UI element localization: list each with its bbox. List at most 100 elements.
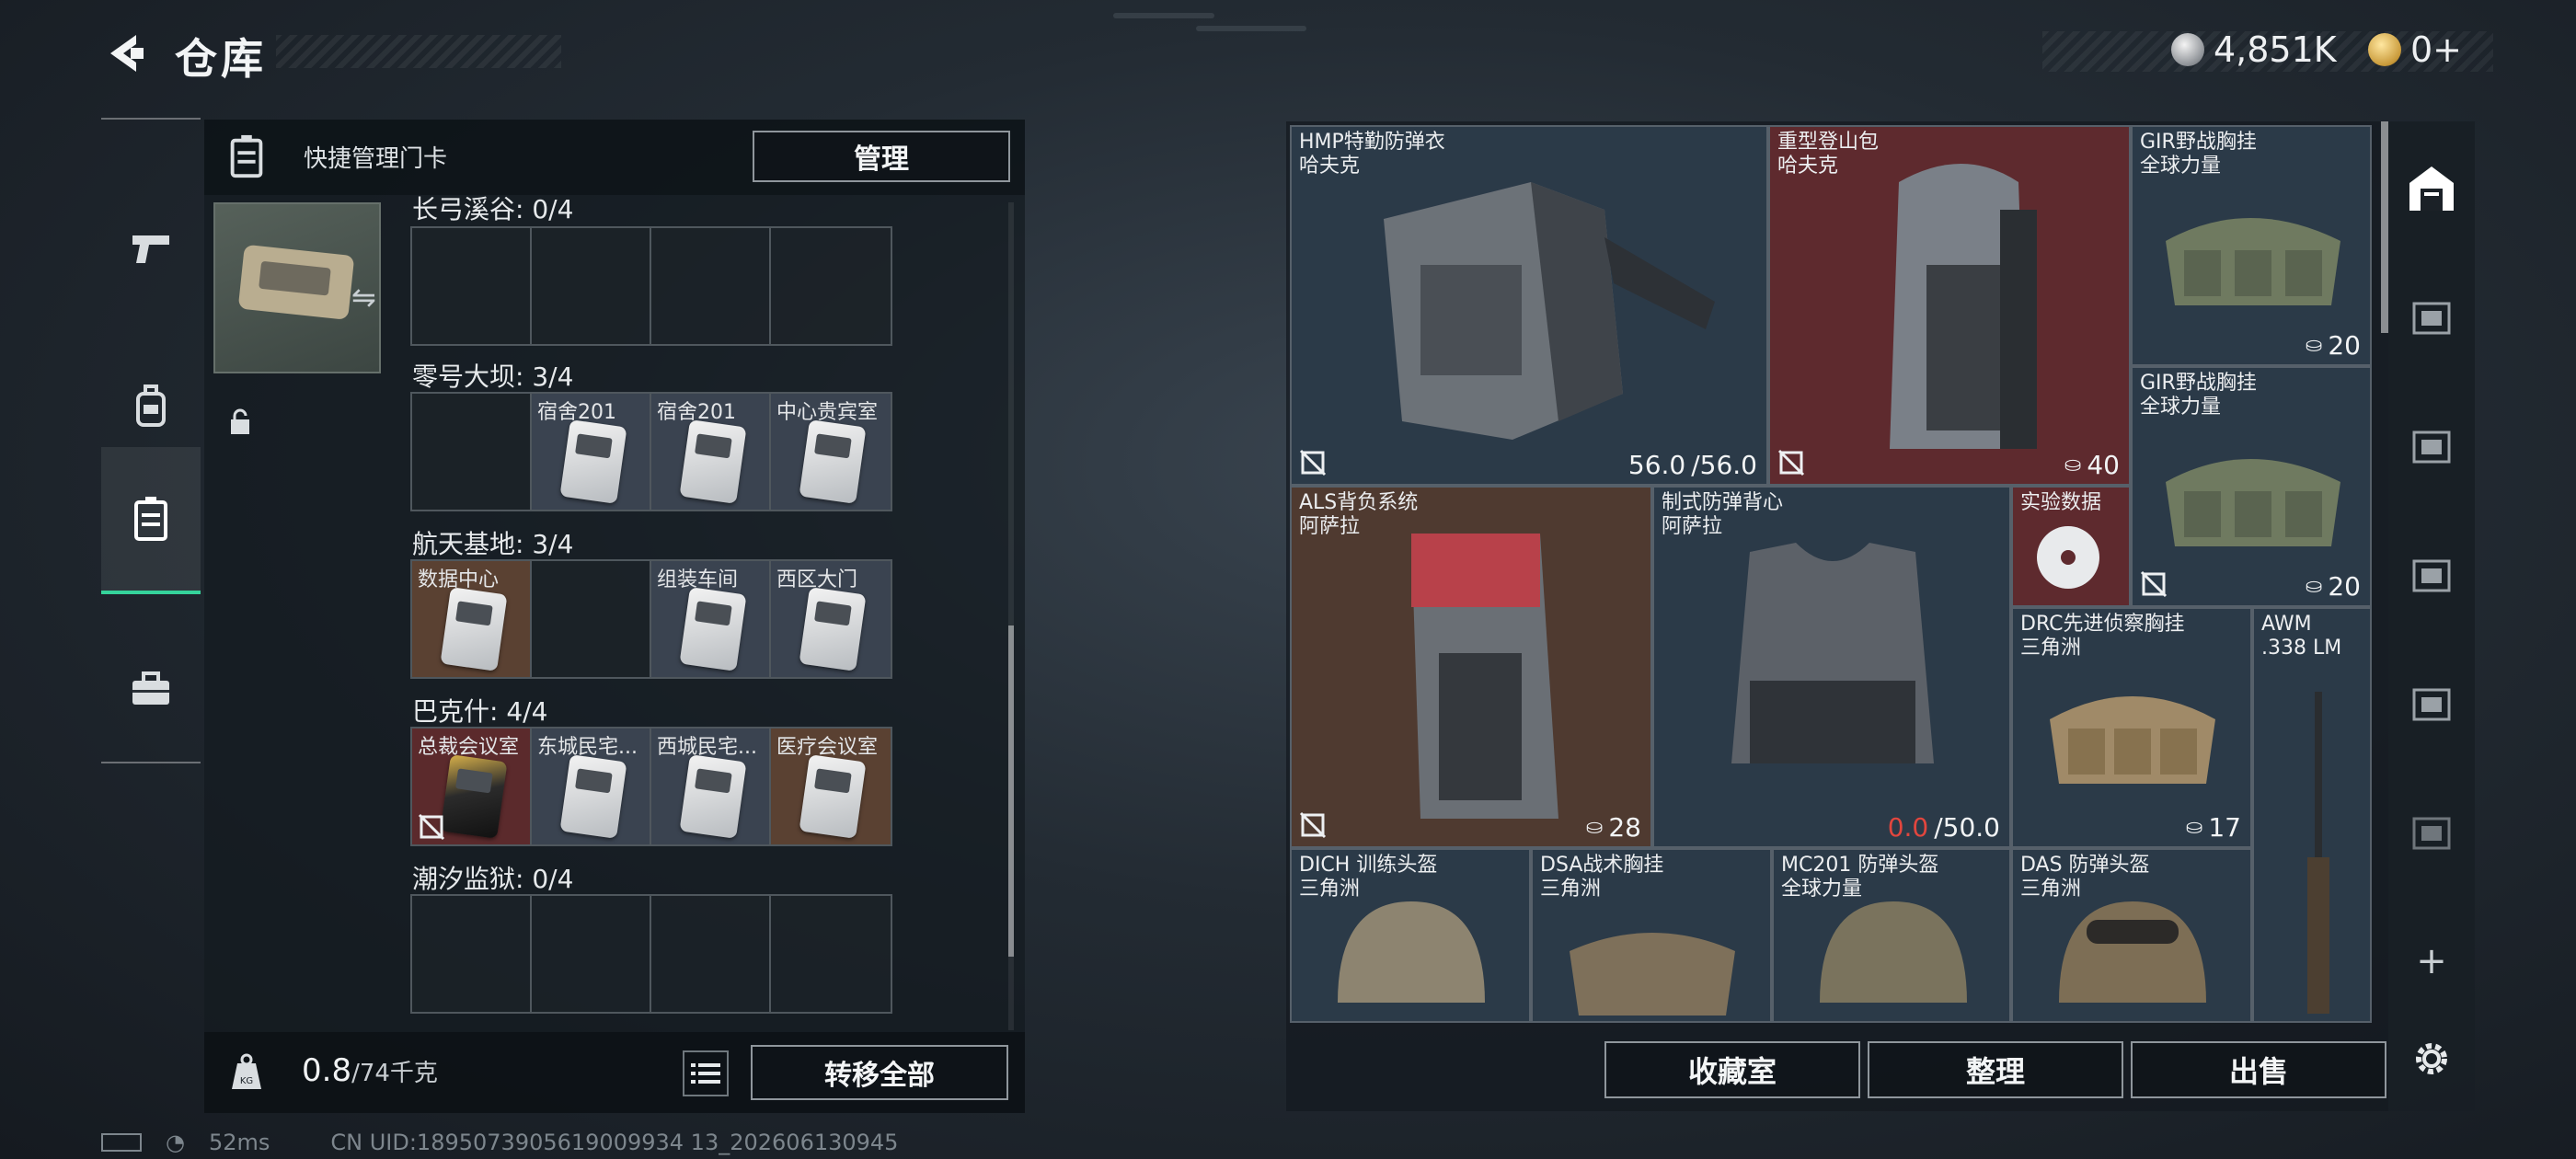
card-slot[interactable]: 数据中心 [412,561,532,677]
stash-item-gir-rig[interactable]: GIR野战胸挂 全球力量 ⛀ 20 [2131,125,2372,366]
stash-item-als-backpack[interactable]: ALS背负系统 阿萨拉 ⛀ 28 [1290,486,1652,848]
keycard-holder-icon [134,497,167,541]
card-slot[interactable]: 中心贵宾室 [771,394,891,510]
card-slot[interactable]: 西城民宅... [651,729,771,844]
stash-item-standard-vest[interactable]: 制式防弹背心 阿萨拉 0.0/50.0 [1652,486,2011,848]
nav-keycards[interactable] [101,447,201,594]
nav-weapons[interactable] [101,175,201,322]
card-slot-empty[interactable] [651,896,771,1012]
stash-grid[interactable]: HMP特勤防弹衣 哈夫克 56.0/56.0 重型登山包 哈夫克 ⛀ 40 GI… [1290,125,2375,1023]
silver-currency[interactable]: 4,851K [2171,29,2337,70]
list-view-button[interactable] [683,1050,729,1096]
card-slot[interactable]: 医疗会议室 [771,729,891,844]
gold-coin-icon [2368,33,2401,66]
stash-item-das-helmet[interactable]: DAS 防弹头盔 三角洲 [2011,848,2252,1023]
capacity-readout: ⛀ 20 [2305,571,2361,602]
stash-item-gir-rig[interactable]: GIR野战胸挂 全球力量 ⛀ 20 [2131,366,2372,607]
no-insurance-icon [1299,449,1327,476]
keycard-image [799,587,867,671]
capacity-readout: ⛀ 40 [2064,450,2120,480]
swap-icon[interactable]: ⇋ [351,280,388,316]
card-slot-empty[interactable] [532,896,651,1012]
capacity-readout: ⛀ 17 [2185,812,2241,843]
card-slot-empty[interactable] [412,394,532,510]
stash-tab-5[interactable] [2401,673,2462,734]
storage-box-icon [2412,430,2451,464]
chest-rig-image [2166,459,2340,546]
armor-vest-image [1384,182,1715,440]
stash-item-awm-rifle[interactable]: AWM .338 LM [2252,607,2372,1023]
region-label: 长弓溪谷: 0/4 [412,195,574,224]
stash-item-drc-rig[interactable]: DRC先进侦察胸挂 三角洲 ⛀ 17 [2011,607,2252,848]
keycard-scrollbar[interactable] [1008,202,1014,1030]
card-slot[interactable]: 西区大门 [771,561,891,677]
gold-currency[interactable]: 0+ [2368,29,2462,70]
chest-rig-image [2166,218,2340,305]
collection-room-button[interactable]: 收藏室 [1604,1041,1860,1098]
keycard-image [679,754,747,839]
keycard-scrollbar-thumb[interactable] [1008,625,1014,957]
stash-item-mc201-helmet[interactable]: MC201 防弹头盔 全球力量 [1772,848,2011,1023]
stash-tab-3[interactable] [2401,416,2462,476]
back-button[interactable] [101,29,149,77]
settings-button[interactable] [2401,1028,2462,1089]
weight-value: 0.8 [302,1052,352,1089]
region-label: 巴克什: 4/4 [412,696,548,727]
no-insurance-icon [1777,449,1805,476]
toolbox-icon [132,671,169,705]
no-insurance-icon [418,813,445,841]
stash-item-hmp-vest[interactable]: HMP特勤防弹衣 哈夫克 56.0/56.0 [1290,125,1768,486]
capacity-readout: ⛀ 20 [2305,330,2361,361]
card-slot-empty[interactable] [532,228,651,344]
selected-keycard-slot[interactable]: ⇋ [213,202,381,434]
keycard-image [440,754,508,839]
add-stash-tab-button[interactable]: + [2401,931,2462,992]
backpack-image [1411,534,1558,819]
weight-icon: KG [221,1047,272,1098]
item-name: 制式防弹背心 阿萨拉 [1662,491,1784,538]
weight-max: /74千克 [351,1060,438,1087]
card-slot[interactable]: 总裁会议室 [412,729,532,844]
card-slot[interactable]: 组装车间 [651,561,771,677]
keycard-holder-icon [221,131,272,182]
stash-tab-4[interactable] [2401,545,2462,605]
region-label: 航天基地: 3/4 [412,529,574,559]
sell-button[interactable]: 出售 [2131,1041,2386,1098]
silver-coin-icon [2171,33,2204,66]
stash-tab-6[interactable] [2401,802,2462,863]
stash-panel: HMP特勤防弹衣 哈夫克 56.0/56.0 重型登山包 哈夫克 ⛀ 40 GI… [1286,121,2475,1111]
stash-item-mountain-backpack[interactable]: 重型登山包 哈夫克 ⛀ 40 [1768,125,2131,486]
card-slot-empty[interactable] [771,228,891,344]
back-arrow-icon [110,35,144,72]
item-name: DRC先进侦察胸挂 三角洲 [2020,613,2185,660]
keycard-region-list[interactable]: 长弓溪谷: 0/4 零号大坝: 3/4 宿舍201 宿舍201 中心贵宾室 航天… [388,195,1014,1030]
stash-scrollbar[interactable] [2381,121,2388,333]
transfer-all-button[interactable]: 转移全部 [751,1045,1008,1100]
storage-box-icon [2412,817,2451,850]
card-name: 西区大门 [776,568,858,591]
card-slot[interactable]: 东城民宅... [532,729,651,844]
manage-button[interactable]: 管理 [753,131,1010,182]
stash-tab-2[interactable] [2401,287,2462,348]
card-name: 医疗会议室 [776,736,879,759]
keycard-image [559,754,627,839]
stash-item-dsa-rig[interactable]: DSA战术胸挂 三角洲 [1531,848,1772,1023]
card-slot-empty[interactable] [771,896,891,1012]
stash-tab-all[interactable] [2401,158,2462,219]
backpack-image [1890,164,2037,449]
stash-item-dich-helmet[interactable]: DICH 训练头盔 三角洲 [1290,848,1531,1023]
card-slot[interactable]: 宿舍201 [532,394,651,510]
card-slot-empty[interactable] [412,896,532,1012]
card-slot-empty[interactable] [651,228,771,344]
stash-item-research-data[interactable]: 实验数据 [2011,486,2131,607]
status-bar: ◔ 52ms CN UID:1895073905619009934 13_202… [101,1130,898,1155]
keycard-image [799,419,867,504]
card-slot-empty[interactable] [412,228,532,344]
nav-supplies[interactable] [101,616,201,763]
card-slot[interactable]: 宿舍201 [651,394,771,510]
helmet-image [1338,901,1485,1003]
item-name: AWM .338 LM [2261,613,2342,660]
card-slot-empty[interactable] [532,561,651,677]
sort-button[interactable]: 整理 [1868,1041,2123,1098]
durability-readout: 0.0/50.0 [1887,812,2000,843]
